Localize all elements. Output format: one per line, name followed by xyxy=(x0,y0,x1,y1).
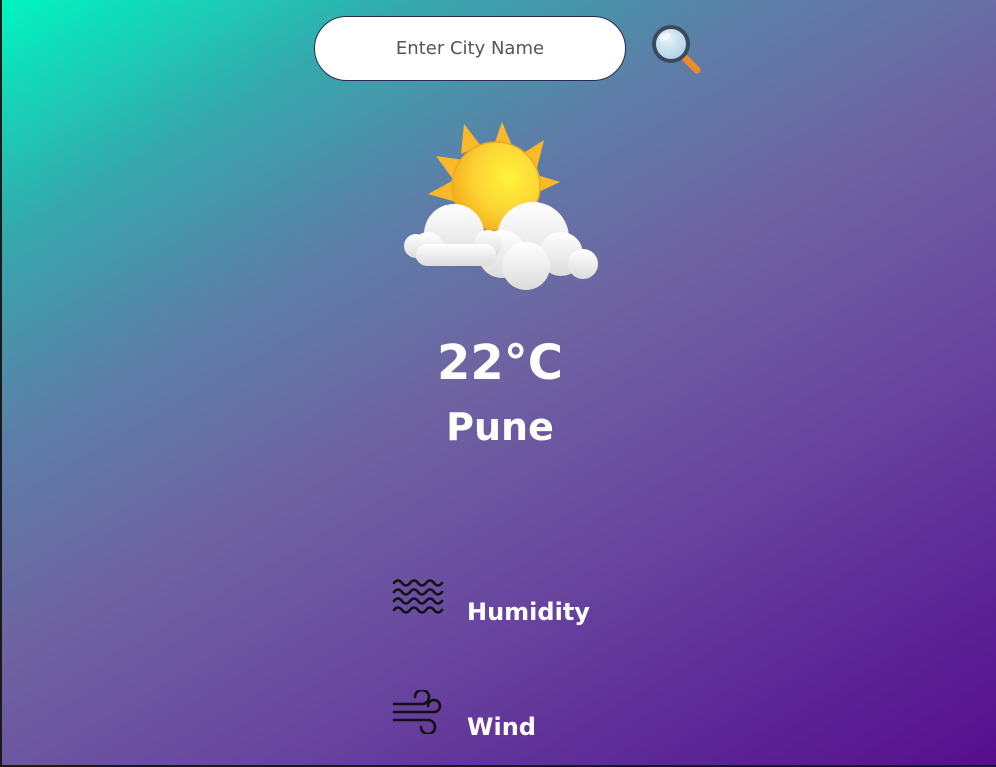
humidity-label: Humidity xyxy=(467,598,590,626)
temperature-value: 22°C xyxy=(436,335,564,391)
wind-label: Wind xyxy=(467,713,536,741)
search-button[interactable] xyxy=(649,22,705,78)
waves-icon xyxy=(392,579,444,614)
city-name: Pune xyxy=(446,405,554,449)
city-search-input[interactable] xyxy=(314,16,626,81)
wind-icon xyxy=(392,690,442,734)
magnifying-glass-icon xyxy=(652,25,701,74)
weather-app: 22°C Pune Humidity Wind xyxy=(0,0,996,767)
partly-cloudy-sun-icon xyxy=(404,122,598,290)
